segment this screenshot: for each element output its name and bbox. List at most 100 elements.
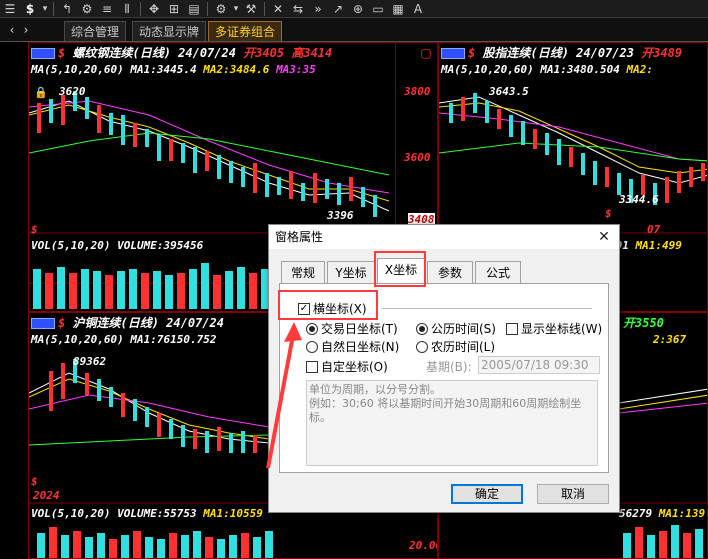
period-marker: $ — [605, 207, 612, 220]
xaxis-checkbox-row[interactable]: ✓ 横坐标(X) — [298, 300, 367, 317]
ma-line — [439, 102, 707, 174]
peak-price-label: 3643.5 — [489, 85, 529, 98]
toolbar-divider — [207, 1, 208, 16]
checkbox[interactable] — [306, 360, 318, 373]
radio-button[interactable] — [306, 322, 318, 335]
tab-bar: ‹ › 综合管理 动态显示牌 多证券组合 — [0, 18, 708, 42]
tab-multi-security[interactable]: 多证券组合 — [208, 21, 283, 41]
toolbar-divider — [53, 1, 54, 16]
tab-comprehensive[interactable]: 综合管理 — [64, 21, 127, 41]
open-price: 开3489 — [641, 46, 683, 60]
low-price-label: 3396 — [327, 209, 354, 222]
xaxis-checkbox-label: 横坐标(X) — [313, 302, 367, 316]
volume-bars — [623, 525, 703, 558]
text-icon[interactable]: A — [408, 1, 428, 17]
ma-legend: MA(5,10,20,60) MA1:3480.504 MA2: — [441, 63, 653, 76]
window-icon[interactable]: ▢ — [416, 45, 436, 61]
drag-icon[interactable]: ✥ — [144, 1, 164, 17]
tab-y-axis[interactable]: Y坐标 — [327, 261, 375, 283]
ma-line — [29, 100, 390, 194]
tab-parameters[interactable]: 参数 — [427, 261, 473, 283]
ma-line — [618, 388, 707, 404]
show-axis-line-checkbox[interactable]: 显示坐标线(W) — [506, 320, 602, 337]
chevron-down-icon[interactable]: ▾ — [231, 1, 241, 17]
baseline-label: 基期(B): — [426, 360, 472, 374]
radio-natural-day[interactable]: 自然日坐标(N) — [306, 338, 399, 355]
panel-title: $ 螺纹钢连续(日线) 24/07/24 开3405 高3414 — [31, 44, 332, 61]
radio-button[interactable] — [416, 340, 428, 353]
lock-icon[interactable]: 🔒 — [31, 85, 51, 101]
tab-formula[interactable]: 公式 — [475, 261, 521, 283]
dialog-tab-panel: ✓ 横坐标(X) 交易日坐标(T) 公历时间(S) 显示坐标线(W) 自然日坐标… — [279, 283, 609, 473]
chevron-right-icon[interactable]: › — [16, 22, 36, 38]
chevron-down-icon[interactable]: ▾ — [40, 1, 50, 17]
radio-lunar[interactable]: 农历时间(L) — [416, 338, 495, 355]
dollar-icon: $ — [58, 316, 66, 330]
switch-icon[interactable]: ⇆ — [288, 1, 308, 17]
panel-title: $ 沪铜连续(日线) 24/07/24 — [31, 314, 224, 331]
tools-icon[interactable]: ⚒ — [241, 1, 261, 17]
forward-icon[interactable]: » — [308, 1, 328, 17]
toolbar-divider — [264, 1, 265, 16]
indicator-icon[interactable]: ⊞ — [164, 1, 184, 17]
layout-icon[interactable]: ▦ — [388, 1, 408, 17]
radio-button[interactable] — [306, 340, 318, 353]
symbol-badge[interactable] — [441, 48, 465, 59]
radio-button[interactable] — [416, 322, 428, 335]
toolbar: ☰ $ ▾ ↰ ⚙ ≡ ⫴ ✥ ⊞ ▤ ⚙ ▾ ⚒ ✕ ⇆ » ↗ ⊕ ▭ ▦ … — [0, 0, 708, 18]
axis-tick: 3600 — [404, 151, 431, 164]
zoom-icon[interactable]: ⊕ — [348, 1, 368, 17]
panel-title: 开3550 — [623, 314, 664, 331]
ma-legend: MA(5,10,20,60) MA1:3445.4 MA2:3484.6 MA3… — [31, 63, 316, 76]
peak-price-label: 89362 — [73, 355, 107, 368]
low-price-label: 3344.6 — [619, 193, 659, 206]
ma-line — [439, 96, 707, 184]
tab-x-axis[interactable]: X坐标 — [377, 258, 425, 284]
xaxis-checkbox[interactable]: ✓ — [298, 302, 310, 315]
panel-title: $ 股指连续(日线) 24/07/23 开3489 — [441, 44, 682, 61]
chart-icon[interactable]: ▤ — [184, 1, 204, 17]
gear-icon[interactable]: ⚙ — [211, 1, 231, 17]
ma-legend: MA(5,10,20,60) MA1:76150.752 — [31, 333, 217, 346]
volume-bars — [33, 263, 269, 309]
ma-line — [618, 402, 707, 414]
window-icon[interactable]: ▭ — [368, 1, 388, 17]
tab-dynamic-board[interactable]: 动态显示牌 — [132, 21, 207, 41]
open-price: 开3405 — [243, 46, 285, 60]
dollar-icon: $ — [58, 46, 66, 60]
peak-price-label: 3620 — [59, 85, 86, 98]
back-icon[interactable]: ↰ — [57, 1, 77, 17]
toolbar-divider — [140, 1, 141, 16]
volume-legend: VOL(5,10,20) VOLUME:55753 MA1:10559 — [31, 507, 263, 520]
menu-icon[interactable]: ☰ — [0, 1, 20, 17]
candles — [37, 91, 377, 217]
cancel-button[interactable]: 取消 — [537, 484, 609, 504]
settings-icon[interactable]: ⚙ — [77, 1, 97, 17]
ma-legend: 2:367 — [653, 333, 687, 346]
radio-trade-day[interactable]: 交易日坐标(T) — [306, 320, 398, 337]
arrow-icon[interactable]: ↗ — [328, 1, 348, 17]
dollar-icon: $ — [468, 46, 476, 60]
dollar-icon[interactable]: $ — [20, 1, 40, 17]
ok-button[interactable]: 确定 — [451, 484, 523, 504]
close-icon[interactable]: ✕ — [268, 1, 288, 17]
symbol-badge[interactable] — [31, 318, 55, 329]
pane-properties-dialog: 窗格属性 ✕ 常规 Y坐标 X坐标 参数 公式 ✓ 横坐标(X) 交易日坐标(T… — [268, 224, 620, 513]
year-label: 2024 — [33, 489, 60, 502]
checkbox[interactable] — [506, 322, 518, 335]
period-marker: $ — [31, 475, 38, 488]
symbol-badge[interactable] — [31, 48, 55, 59]
baseline-input[interactable]: 2005/07/18 09:30 — [478, 356, 600, 374]
volume-legend: 56279 MA1:139 — [619, 507, 706, 520]
open-price: 开3550 — [623, 316, 664, 330]
radio-gregorian[interactable]: 公历时间(S) — [416, 320, 496, 337]
compare-icon[interactable]: ⫴ — [117, 1, 137, 17]
note-textarea[interactable]: 单位为周期，以分号分割。 例如：30;60 将以基期时间开始30周期和60周期绘… — [306, 380, 598, 466]
group-divider — [382, 308, 592, 309]
period-marker: $ — [31, 223, 38, 236]
list-icon[interactable]: ≡ — [97, 1, 117, 17]
close-icon[interactable]: ✕ — [595, 228, 613, 246]
tab-general[interactable]: 常规 — [281, 261, 325, 283]
ma-line — [439, 142, 707, 162]
custom-axis-checkbox[interactable]: 自定坐标(O) — [306, 358, 388, 375]
